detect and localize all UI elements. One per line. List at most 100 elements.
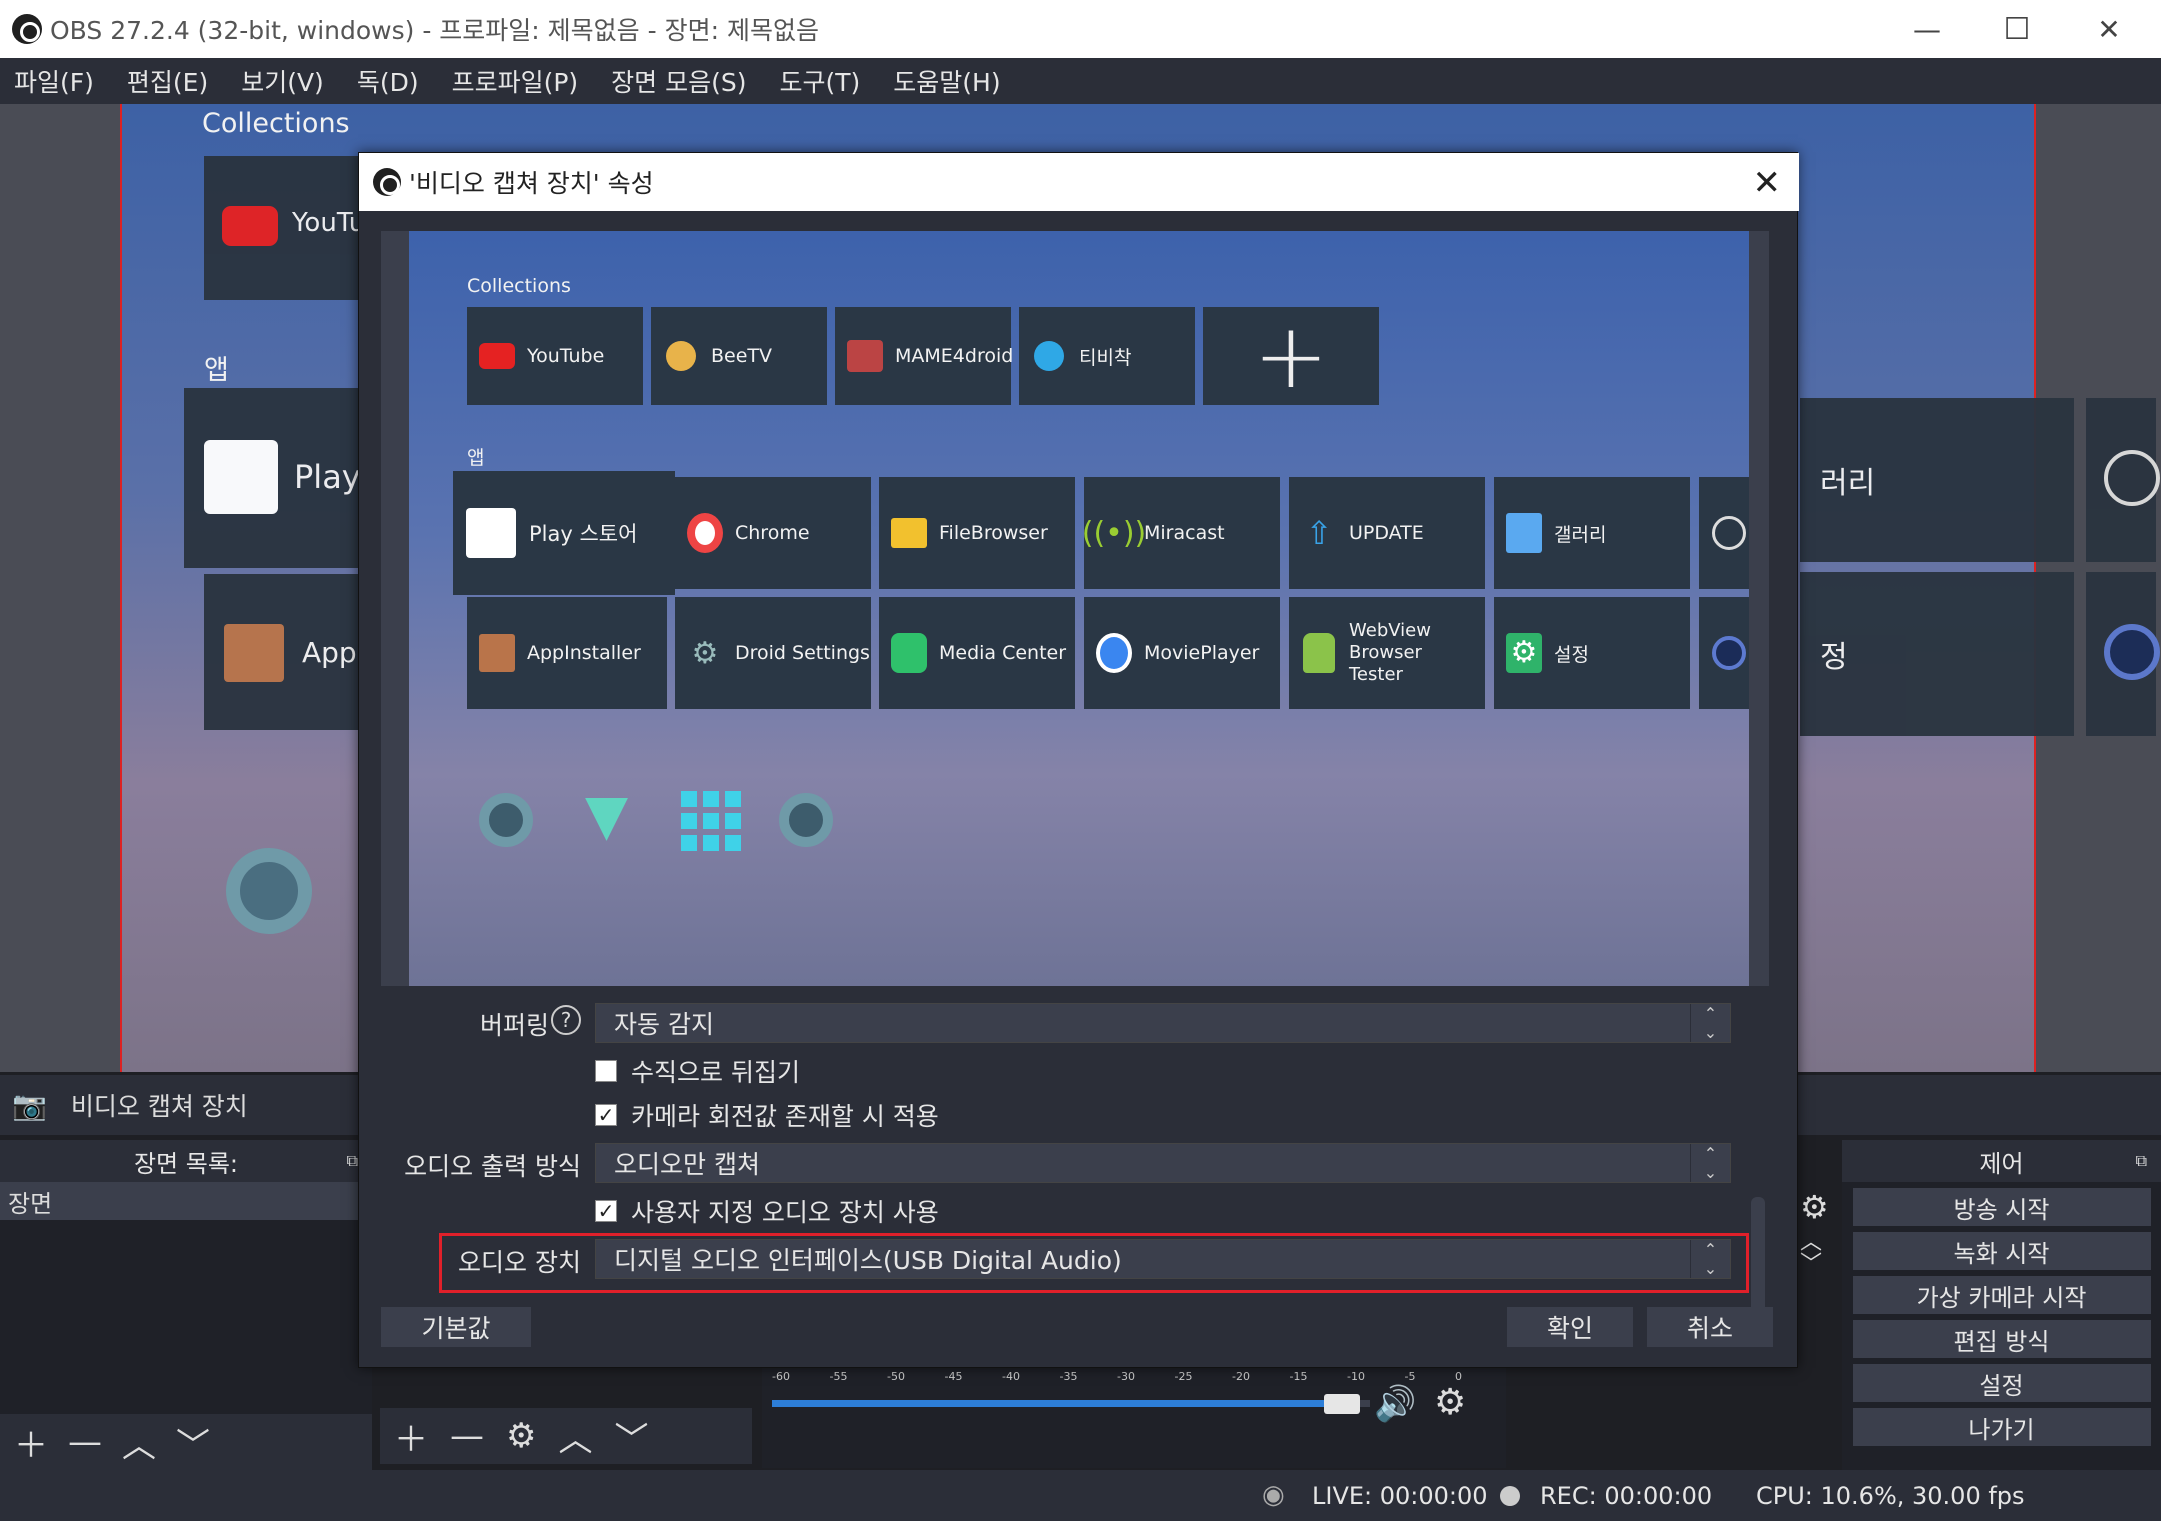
tile-beetv: BeeTV [651,307,827,405]
mixer-tick: -35 [1059,1370,1078,1383]
controls-dock: 제어 ⧉ 방송 시작 녹화 시작 가상 카메라 시작 편집 방식 설정 나가기 [1842,1140,2161,1470]
start-streaming-button[interactable]: 방송 시작 [1852,1188,2151,1226]
tile-movieplayer: MoviePlayer [1084,597,1280,709]
flip-vertical-checkbox[interactable]: 수직으로 뒤집기 [595,1053,800,1089]
media-center-icon [891,633,927,673]
minimize-button[interactable]: — [1882,0,1972,58]
audio-output-select[interactable]: 오디오만 캡쳐 ⌃ ⌄ [595,1143,1731,1183]
menu-profile[interactable]: 프로파일(P) [452,63,579,99]
mixer-tick: -30 [1117,1370,1135,1383]
tile-label: Media Center [939,642,1067,664]
settings-button[interactable]: 설정 [1852,1364,2151,1402]
tile-label: MoviePlayer [1144,642,1260,664]
mixer-tick: -15 [1289,1370,1308,1383]
mixer-tick: -50 [887,1370,905,1383]
mixer-tick: -55 [829,1370,848,1383]
window-titlebar: OBS 27.2.4 (32-bit, windows) - 프로파일: 제목없… [0,0,2161,58]
controls-undock-icon[interactable]: ⧉ [2136,1151,2147,1171]
rec-timer: REC: 00:00:00 [1540,1482,1713,1510]
updown-chevron-icon: ⌃ ⌄ [1690,1004,1730,1042]
menu-scene-collection[interactable]: 장면 모음(S) [611,63,746,99]
tile-label: Play 스토어 [529,522,638,546]
mixer-gear-icon[interactable]: ⚙ [1434,1382,1466,1423]
defaults-button[interactable]: 기본값 [381,1307,531,1347]
source-move-up-icon[interactable]: ︿ [558,1412,592,1461]
mame4droid-icon [847,338,883,374]
clock-icon [2104,450,2160,506]
app-grid-icon [681,791,741,851]
start-virtual-camera-button[interactable]: 가상 카메라 시작 [1852,1276,2151,1314]
gallery-icon [1506,513,1542,553]
checkbox-box [595,1060,617,1082]
tile-miracast: ((•)) Miracast [1082,477,1280,589]
dialog-scrollbar[interactable] [1751,1197,1765,1317]
flip-vertical-label: 수직으로 뒤집기 [631,1058,800,1087]
tile-clock [1699,477,1749,589]
tile-speaker [1699,597,1749,709]
remove-scene-icon[interactable]: — [68,1422,102,1462]
buffering-value: 자동 감지 [614,1010,714,1039]
bg-tile-speaker [2086,572,2160,736]
audio-device-select[interactable]: 디지털 오디오 인터페이스(USB Digital Audio) ⌃ ⌄ [595,1239,1731,1279]
properties-dialog: '비디오 캡쳐 장치' 속성 ✕ Collections YouTube Bee… [358,152,1799,1368]
tile-tvchak: 티비착 [1019,307,1195,405]
tile-droid-settings: ⚙ Droid Settings [675,597,871,709]
tile-appinstaller: AppInstaller [467,597,667,709]
cancel-button[interactable]: 취소 [1647,1307,1773,1347]
buffering-select[interactable]: 자동 감지 ⌃ ⌄ [595,1003,1731,1043]
help-icon[interactable]: ? [551,1005,581,1035]
undock-icon[interactable]: ⧉ [347,1151,358,1171]
tile-label: 티비착 [1079,346,1132,369]
bg-settings-gear-icon [226,848,312,934]
youtube-icon [222,206,278,246]
menu-view[interactable]: 보기(V) [241,63,324,99]
transition-arrows-icon[interactable]: ︿ ﹀ [1800,1232,1838,1282]
tile-youtube: YouTube [467,307,643,405]
volume-slider-fill [772,1400,1353,1407]
menu-help[interactable]: 도움말(H) [893,63,1000,99]
custom-audio-checkbox[interactable]: ✓ 사용자 지정 오디오 장치 사용 [595,1193,939,1229]
android-icon [1301,633,1337,673]
volume-slider-handle[interactable] [1324,1394,1360,1414]
source-move-down-icon[interactable]: ﹀ [614,1412,648,1461]
dialog-title: '비디오 캡쳐 장치' 속성 [409,169,654,198]
controls-dock-title: 제어 ⧉ [1842,1140,2161,1182]
menu-edit[interactable]: 편집(E) [127,63,208,99]
source-settings-gear-icon[interactable]: ⚙ [506,1416,536,1456]
play-store-icon [465,507,517,559]
preview-collections-label: Collections [467,275,571,297]
tile-update: ⇧ UPDATE [1289,477,1485,589]
appinstaller-icon [224,624,284,682]
move-up-icon[interactable]: ︿ [122,1418,156,1467]
move-down-icon[interactable]: ﹀ [176,1418,210,1467]
bg-tile-settings: 정 [1800,572,2074,736]
menu-docks[interactable]: 독(D) [357,63,419,99]
menu-file[interactable]: 파일(F) [14,63,94,99]
wifi-status-icon: ▼ [585,783,629,848]
menu-bar: 파일(F) 편집(E) 보기(V) 독(D) 프로파일(P) 장면 모음(S) … [0,58,2161,104]
live-indicator-icon: ◉ [1262,1480,1285,1510]
updown-chevron-icon: ⌃ ⌄ [1690,1144,1730,1182]
exit-button[interactable]: 나가기 [1852,1408,2151,1446]
camera-rotation-checkbox[interactable]: ✓ 카메라 회전값 존재할 시 적용 [595,1097,939,1133]
speaker-icon [2104,624,2160,680]
studio-mode-button[interactable]: 편집 방식 [1852,1320,2151,1358]
beetv-icon [663,338,699,374]
maximize-button[interactable]: ☐ [1972,0,2062,58]
window-title: OBS 27.2.4 (32-bit, windows) - 프로파일: 제목없… [50,16,819,45]
ok-button[interactable]: 확인 [1507,1307,1633,1347]
buffering-label: 버퍼링 [479,1011,549,1040]
chrome-icon [687,513,723,553]
add-source-icon[interactable]: ＋ [394,1412,428,1461]
close-button[interactable]: ✕ [2064,0,2154,58]
selected-source-label: 비디오 캡쳐 장치 [70,1092,248,1121]
start-recording-button[interactable]: 녹화 시작 [1852,1232,2151,1270]
scene-list-item[interactable]: 장면 [0,1182,372,1220]
speaker-mute-icon[interactable]: 🔊 [1374,1384,1416,1424]
remove-source-icon[interactable]: — [450,1416,484,1456]
menu-tools[interactable]: 도구(T) [780,63,861,99]
dialog-close-button[interactable]: ✕ [1753,163,1782,203]
add-scene-icon[interactable]: ＋ [14,1418,48,1467]
transition-gear-icon[interactable]: ⚙ [1800,1188,1838,1228]
volume-slider-track[interactable] [772,1400,1370,1407]
